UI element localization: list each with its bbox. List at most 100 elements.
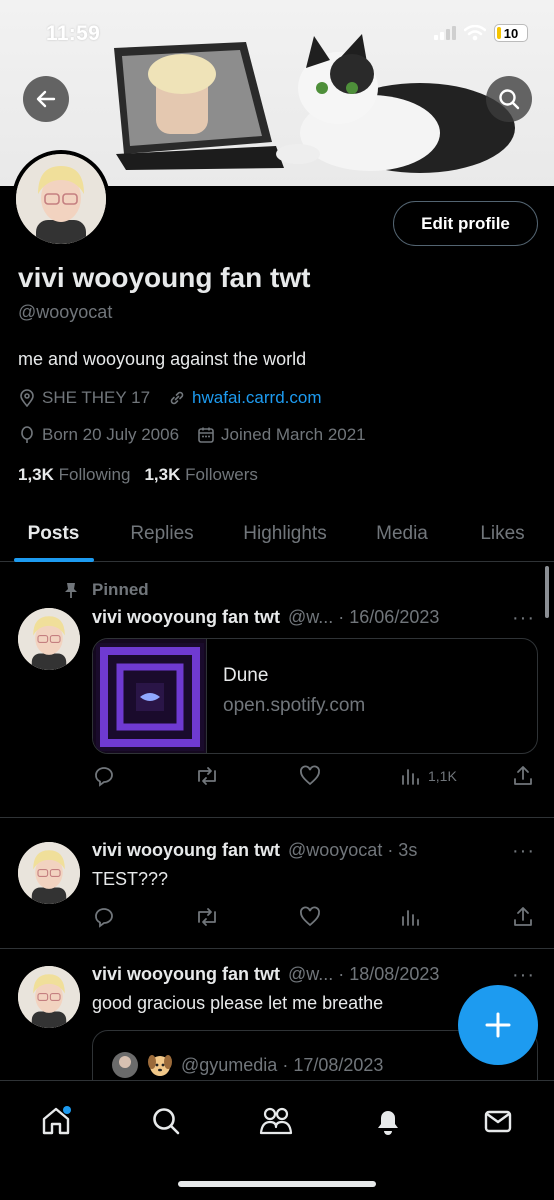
post-author-name[interactable]: vivi wooyoung fan twt: [92, 607, 280, 628]
card-domain: open.spotify.com: [223, 695, 366, 716]
plus-icon: [485, 1012, 511, 1038]
display-name: vivi wooyoung fan twt: [18, 262, 311, 293]
avatar-image: [18, 608, 80, 670]
nav-home[interactable]: [34, 1099, 78, 1143]
website-link[interactable]: hwafai.carrd.com: [192, 388, 321, 408]
post-author-name[interactable]: vivi wooyoung fan twt: [92, 964, 280, 985]
repost-button[interactable]: [194, 764, 220, 788]
link-icon: [170, 391, 184, 405]
reply-button[interactable]: [92, 764, 116, 788]
nav-search[interactable]: [144, 1099, 188, 1143]
profile-avatar[interactable]: [12, 150, 110, 248]
avatar-image: [16, 154, 106, 244]
followers-label: Followers: [185, 465, 258, 484]
analytics-icon: [402, 769, 419, 785]
status-time: 11:59: [46, 22, 101, 45]
post-more-button[interactable]: ···: [512, 964, 535, 987]
home-icon: [42, 1106, 71, 1135]
reply-button[interactable]: [92, 905, 116, 929]
home-indicator[interactable]: [178, 1181, 376, 1187]
location: SHE THEY 17: [18, 388, 150, 408]
post-meta: @wooyocat · 3s: [288, 840, 418, 860]
views-button[interactable]: 1,1K: [400, 764, 457, 788]
link-card[interactable]: Dune open.spotify.com: [92, 638, 538, 754]
like-button[interactable]: [298, 905, 322, 929]
post-avatar[interactable]: [18, 966, 80, 1028]
bell-icon: [378, 1111, 398, 1135]
bio: me and wooyoung against the world: [18, 349, 307, 369]
banner-cat-image: [276, 34, 515, 173]
search-icon: [499, 89, 520, 110]
wifi-icon: [464, 25, 486, 41]
repost-button[interactable]: [194, 905, 220, 929]
following-label: Following: [58, 465, 131, 484]
avatar-image: [18, 842, 80, 904]
post-more-button[interactable]: ···: [512, 840, 535, 863]
post-header: vivi wooyoung fan twt @wooyocat · 3s: [92, 840, 417, 861]
pinned-indicator: Pinned: [62, 580, 149, 600]
quoted-post-meta: @gyumedia · 17/08/2023: [181, 1054, 384, 1075]
location-pin-icon: [20, 389, 34, 407]
pin-icon: [65, 583, 77, 598]
views-count: 1,1K: [428, 768, 457, 784]
repost-icon: [198, 908, 216, 926]
status-icons: 10: [434, 24, 528, 42]
edit-profile-button[interactable]: Edit profile: [393, 201, 538, 246]
post-header: vivi wooyoung fan twt @w... · 16/06/2023: [92, 607, 439, 628]
search-button[interactable]: [486, 76, 532, 122]
post-author-name[interactable]: vivi wooyoung fan twt: [92, 840, 280, 861]
tab-replies[interactable]: Replies: [107, 506, 217, 562]
nav-communities[interactable]: [254, 1099, 298, 1143]
views-button[interactable]: [400, 905, 422, 929]
quoted-avatar-icon: [112, 1052, 138, 1078]
tab-highlights[interactable]: Highlights: [217, 506, 353, 562]
following-count: 1,3K: [18, 465, 54, 484]
balloon-icon: [21, 426, 33, 443]
followers-link[interactable]: 1,3K Followers: [144, 465, 257, 485]
repost-icon: [198, 767, 216, 785]
tab-posts[interactable]: Posts: [0, 506, 107, 562]
post-avatar[interactable]: [18, 608, 80, 670]
profile-tabs: Posts Replies Highlights Media Likes: [0, 506, 554, 562]
location-text: SHE THEY 17: [42, 388, 151, 407]
website[interactable]: hwafai.carrd.com: [168, 388, 321, 408]
post-text: good gracious please let me breathe: [92, 993, 384, 1013]
post-more-button[interactable]: ···: [512, 607, 535, 630]
birthday-text: Born 20 July 2006: [42, 425, 180, 444]
heart-icon: [300, 906, 320, 927]
followers-count: 1,3K: [144, 465, 181, 484]
share-icon: [514, 766, 532, 785]
scrollbar[interactable]: [545, 566, 549, 618]
signal-icon: [434, 26, 456, 40]
tab-media[interactable]: Media: [353, 506, 451, 562]
post-divider: [0, 948, 554, 949]
card-thumbnail: [93, 639, 207, 753]
avatar-image: [18, 966, 80, 1028]
battery-indicator: 10: [494, 24, 528, 42]
card-title: Dune: [223, 665, 269, 686]
reply-icon: [95, 767, 113, 787]
reply-icon: [95, 908, 113, 928]
handle: @wooyocat: [18, 302, 113, 322]
share-button[interactable]: [512, 905, 534, 929]
post-meta: @w... · 18/08/2023: [288, 964, 440, 984]
pinned-label: Pinned: [92, 580, 149, 599]
nav-notifications[interactable]: [366, 1099, 410, 1143]
share-button[interactable]: [512, 764, 534, 788]
calendar-icon: [198, 427, 214, 443]
post-text: TEST???: [92, 869, 169, 889]
profile-meta-row-2: Born 20 July 2006 Joined March 2021: [18, 425, 376, 445]
like-button[interactable]: [298, 764, 322, 788]
banner-laptop-image: [114, 42, 284, 170]
post-avatar[interactable]: [18, 842, 80, 904]
following-link[interactable]: 1,3K Following: [18, 465, 130, 485]
compose-button[interactable]: [458, 985, 538, 1065]
tab-likes[interactable]: Likes: [451, 506, 554, 562]
nav-messages[interactable]: [476, 1099, 520, 1143]
battery-level: 10: [503, 25, 519, 41]
post-header: vivi wooyoung fan twt @w... · 18/08/2023: [92, 964, 439, 985]
mail-icon: [484, 1110, 512, 1133]
back-button[interactable]: [23, 76, 69, 122]
joined: Joined March 2021: [197, 425, 366, 445]
follow-counts: 1,3K Following 1,3K Followers: [18, 465, 258, 485]
